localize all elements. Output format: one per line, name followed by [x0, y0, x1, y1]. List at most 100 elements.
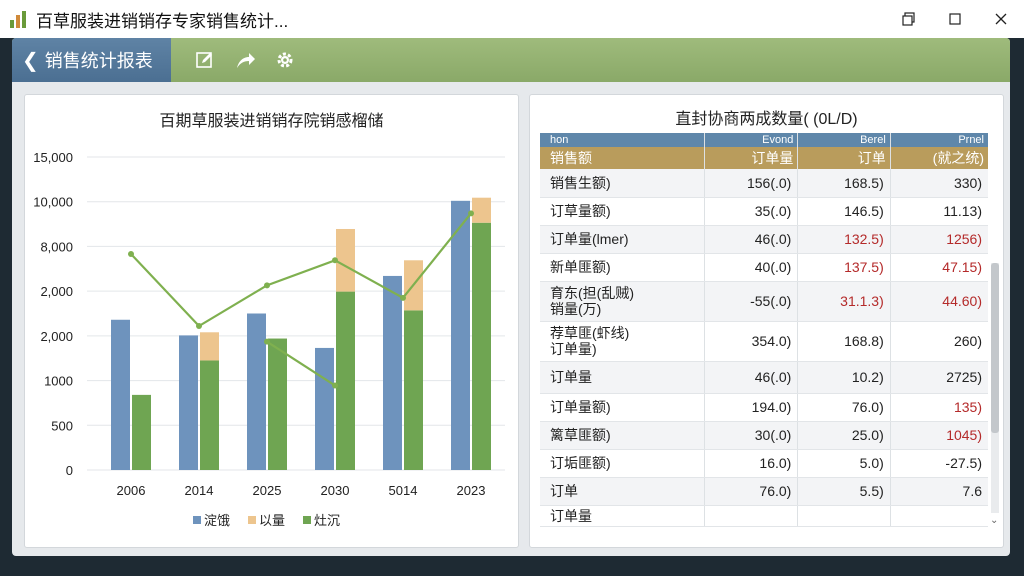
close-icon[interactable]	[978, 0, 1024, 38]
table-cell: 135)	[889, 393, 988, 422]
table-cell	[703, 505, 798, 527]
bar-series1	[111, 319, 130, 470]
table-row[interactable]: 篱草匪额) 30(.0) 25.0) 1045)	[540, 421, 988, 450]
table-cell: 168.8)	[797, 321, 891, 362]
table-cell: 7.6	[889, 477, 988, 506]
y-tick-label: 1000	[44, 374, 73, 389]
table-cell: 168.5)	[797, 169, 891, 198]
back-button[interactable]: ❮ 销售统计报表	[12, 38, 171, 82]
row-label: 订单量	[540, 505, 705, 527]
column-header[interactable]: Evond	[703, 133, 798, 147]
window-titlebar: 百草服装进销销存专家销售统计...	[0, 0, 1024, 38]
trend-point	[264, 282, 270, 289]
table-cell: 5.0)	[797, 449, 891, 478]
row-label: 订单量额)	[540, 393, 705, 422]
row-label: 订单量	[540, 361, 705, 394]
trend-point	[264, 338, 270, 345]
table-cell: 132.5)	[797, 225, 891, 254]
y-tick-label: 2,000	[40, 284, 73, 299]
x-tick-label: 2030	[321, 483, 350, 498]
table-cell: 5.5)	[797, 477, 891, 506]
column-header[interactable]: 订单	[797, 147, 891, 169]
table-cell: 16.0)	[703, 449, 798, 478]
table-cell: 146.5)	[797, 197, 891, 226]
x-tick-label: 2014	[185, 483, 214, 498]
table-row[interactable]: 订单量	[540, 505, 988, 527]
table-cell: 1045)	[889, 421, 988, 450]
scrollbar-thumb[interactable]	[991, 263, 999, 433]
column-header[interactable]: Prnel	[889, 133, 988, 147]
column-header[interactable]: 销售额	[540, 147, 705, 169]
table-row[interactable]: 荐草匪(虾线) 订单量) 354.0) 168.8) 260)	[540, 321, 988, 362]
legend-label: 以量	[259, 513, 285, 528]
legend-swatch	[303, 516, 311, 524]
table-body: 销售生额) 156(.0) 168.5) 330) 订草量额) 35(.0) 146.5) 1…	[540, 169, 988, 527]
trend-point	[332, 382, 338, 389]
row-label: 篱草匪额)	[540, 421, 705, 450]
column-header[interactable]: 订单量	[703, 147, 798, 169]
restore-icon[interactable]	[886, 0, 932, 38]
edit-icon[interactable]	[185, 38, 225, 82]
legend-label: 淀饿	[204, 513, 230, 528]
legend-swatch	[193, 516, 201, 524]
table-cell: 2725)	[889, 361, 988, 394]
table-row[interactable]: 订单量 46(.0) 10.2) 2725)	[540, 361, 988, 394]
table-cell: 44.60)	[889, 281, 988, 322]
bar-chart-app-icon	[10, 10, 28, 28]
y-tick-label: 15,000	[33, 150, 73, 165]
vertical-scrollbar[interactable]: ⌄	[990, 263, 999, 533]
table-cell: 30(.0)	[703, 421, 798, 450]
table-row[interactable]: 育东(担(乱贼) 销量(万) -55(.0) 31.1.3) 44.60)	[540, 281, 988, 322]
table-title: 直封协商两成数量( (0L/D)	[675, 111, 858, 128]
trend-point	[196, 323, 202, 330]
row-label: 育东(担(乱贼) 销量(万)	[540, 281, 705, 322]
table-row[interactable]: 订草量额) 35(.0) 146.5) 11.13)	[540, 197, 988, 226]
table-row[interactable]: 订单量额) 194.0) 76.0) 135)	[540, 393, 988, 422]
table-cell: 35(.0)	[703, 197, 798, 226]
trend-point	[468, 210, 474, 217]
table-row[interactable]: 订单量(lmer) 46(.0) 132.5) 1256)	[540, 225, 988, 254]
row-label: 订单量(lmer)	[540, 225, 705, 254]
table-cell: 156(.0)	[703, 169, 798, 198]
column-header[interactable]: hon	[540, 133, 705, 147]
table-cell: 10.2)	[797, 361, 891, 394]
y-tick-label: 500	[51, 418, 73, 433]
maximize-icon[interactable]	[932, 0, 978, 38]
table-row[interactable]: 订单 76.0) 5.5) 7.6	[540, 477, 988, 506]
bar-series1	[247, 313, 266, 470]
gear-icon[interactable]	[265, 38, 305, 82]
window-title: 百草服装进销销存专家销售统计...	[36, 11, 289, 31]
table-row[interactable]: 新单匪额) 40(.0) 137.5) 47.15)	[540, 253, 988, 282]
report-window: ❮ 销售统计报表 百期草服装进销销存院销感榴储 0 500 1000 2,000 2,0…	[12, 38, 1010, 556]
table-cell: 1256)	[889, 225, 988, 254]
table-cell: 354.0)	[703, 321, 798, 362]
column-header[interactable]: (就之统)	[889, 147, 988, 169]
x-tick-label: 2025	[253, 483, 282, 498]
table-cell: 76.0)	[797, 393, 891, 422]
bar-series1	[451, 200, 470, 470]
table-cell: 47.15)	[889, 253, 988, 282]
table-cell	[889, 505, 988, 527]
table-cell: 11.13)	[889, 197, 988, 226]
table-row[interactable]: 销售生额) 156(.0) 168.5) 330)	[540, 169, 988, 198]
bar-series2	[200, 332, 219, 361]
table-cell: -55(.0)	[703, 281, 798, 322]
sales-table: hon Evond Berel Prnel 销售额 订单量 订单 (就之统) 销…	[540, 133, 988, 527]
legend-label: 灶沉	[314, 513, 340, 528]
bar-series2	[336, 228, 355, 292]
bar-series3	[132, 394, 151, 470]
row-label: 订草量额)	[540, 197, 705, 226]
table-cell: 25.0)	[797, 421, 891, 450]
table-row[interactable]: 订垢匪额) 16.0) 5.0) -27.5)	[540, 449, 988, 478]
row-label: 销售生额)	[540, 169, 705, 198]
toolbar: ❮ 销售统计报表	[12, 38, 1010, 82]
column-header[interactable]: Berel	[797, 133, 891, 147]
table-cell: 137.5)	[797, 253, 891, 282]
bar-series1	[315, 347, 334, 470]
bar-series1	[179, 335, 198, 470]
chevron-down-icon[interactable]: ⌄	[990, 515, 998, 526]
share-icon[interactable]	[225, 38, 265, 82]
bar-series3	[336, 291, 355, 470]
table-cell: 194.0)	[703, 393, 798, 422]
row-label: 订垢匪额)	[540, 449, 705, 478]
